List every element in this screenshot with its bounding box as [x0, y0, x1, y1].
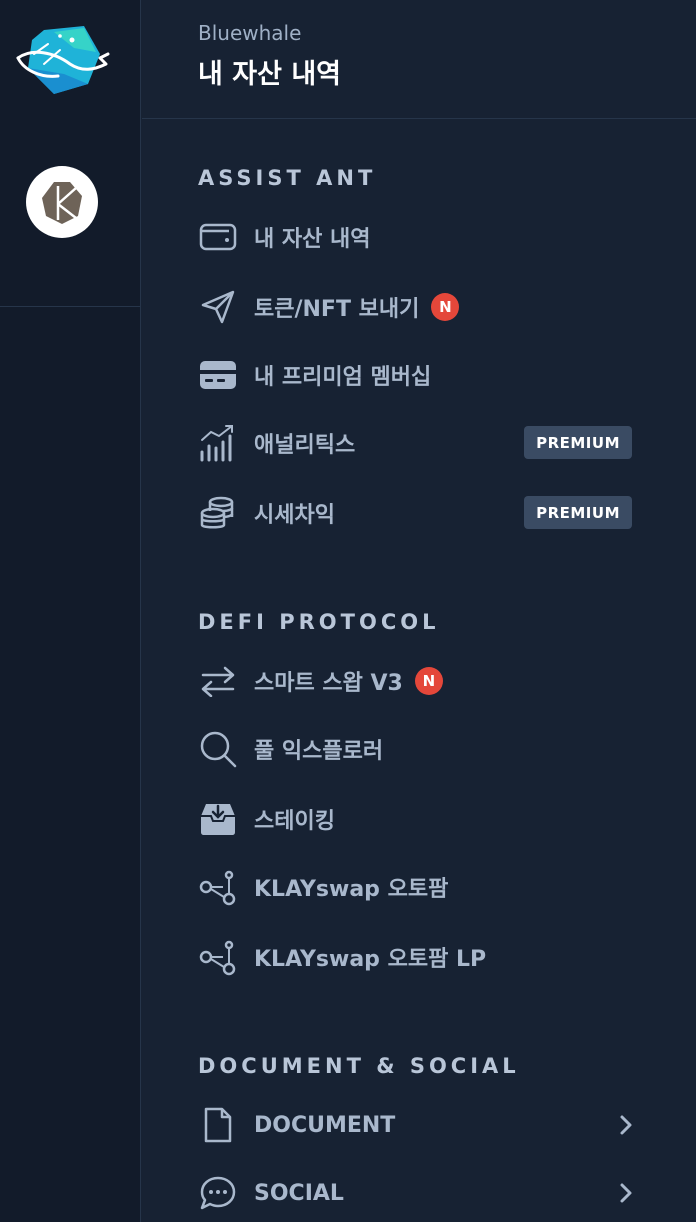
nav-item-label: 토큰/NFT 보내기: [254, 297, 420, 322]
chevron-right-icon: [614, 1113, 638, 1137]
swap-arrows-icon: [198, 661, 238, 701]
premium-tag: PREMIUM: [524, 426, 632, 459]
rail-divider: [0, 306, 141, 307]
wallet-icon: [198, 217, 238, 257]
nav-item-label: 스마트 스왑 V3: [254, 671, 403, 696]
new-badge: N: [414, 667, 443, 695]
credit-card-icon: [198, 355, 238, 395]
nav-item-label: 스테이킹: [254, 809, 335, 834]
share-nodes-icon: [198, 937, 238, 977]
send-icon: [198, 287, 238, 327]
share-nodes-icon: [198, 867, 238, 907]
left-rail: [0, 0, 141, 1222]
nav-item-label: DOCUMENT: [254, 1112, 396, 1138]
chat-bubble-icon: [198, 1173, 238, 1213]
nav-item-send-token-nft[interactable]: 토큰/NFT 보내기 N: [198, 281, 638, 333]
nav-item-staking[interactable]: 스테이킹: [198, 793, 638, 845]
nav-item-premium-membership[interactable]: 내 프리미엄 멤버십: [198, 349, 638, 401]
section-title-assist-ant: ASSIST ANT: [198, 166, 377, 190]
page-title: 내 자산 내역: [198, 59, 341, 90]
nav-item-label: 시세차익: [254, 503, 335, 528]
brand-name: Bluewhale: [198, 21, 302, 45]
nav-item-trading-profit[interactable]: 시세차익 PREMIUM: [198, 487, 638, 539]
nav-item-document[interactable]: DOCUMENT: [198, 1099, 638, 1151]
nav-item-label: 풀 익스플로러: [254, 739, 384, 764]
nav-item-smart-swap[interactable]: 스마트 스왑 V3 N: [198, 655, 638, 707]
page-header: Bluewhale 내 자산 내역: [142, 0, 696, 119]
nav-item-label: 내 프리미엄 멤버십: [254, 365, 432, 390]
chevron-right-icon: [614, 1181, 638, 1205]
nav-item-label: SOCIAL: [254, 1180, 344, 1206]
nav-item-label: 내 자산 내역: [254, 227, 371, 252]
search-icon: [198, 729, 238, 769]
analytics-icon: [198, 423, 238, 463]
nav-item-analytics[interactable]: 애널리틱스 PREMIUM: [198, 417, 638, 469]
premium-tag: PREMIUM: [524, 496, 632, 529]
document-icon: [198, 1105, 238, 1145]
nav-item-my-assets[interactable]: 내 자산 내역: [198, 211, 638, 263]
klaytn-logo-icon[interactable]: [26, 166, 98, 238]
inbox-download-icon: [198, 799, 238, 839]
nav-item-label: KLAYswap 오토팜: [254, 877, 449, 902]
nav-item-social[interactable]: SOCIAL: [198, 1167, 638, 1219]
nav-item-klayswap-autofarm[interactable]: KLAYswap 오토팜: [198, 861, 638, 913]
coins-icon: [198, 493, 238, 533]
nav-item-label: 애널리틱스: [254, 433, 356, 458]
nav-item-klayswap-autofarm-lp[interactable]: KLAYswap 오토팜 LP: [198, 931, 638, 983]
section-title-defi-protocol: DEFI PROTOCOL: [198, 610, 440, 634]
nav-item-label: KLAYswap 오토팜 LP: [254, 947, 487, 972]
section-title-document-social: DOCUMENT & SOCIAL: [198, 1054, 520, 1078]
new-badge: N: [431, 293, 460, 321]
nav-item-pool-explorer[interactable]: 풀 익스플로러: [198, 723, 638, 775]
bluewhale-logo-icon[interactable]: [14, 24, 110, 98]
